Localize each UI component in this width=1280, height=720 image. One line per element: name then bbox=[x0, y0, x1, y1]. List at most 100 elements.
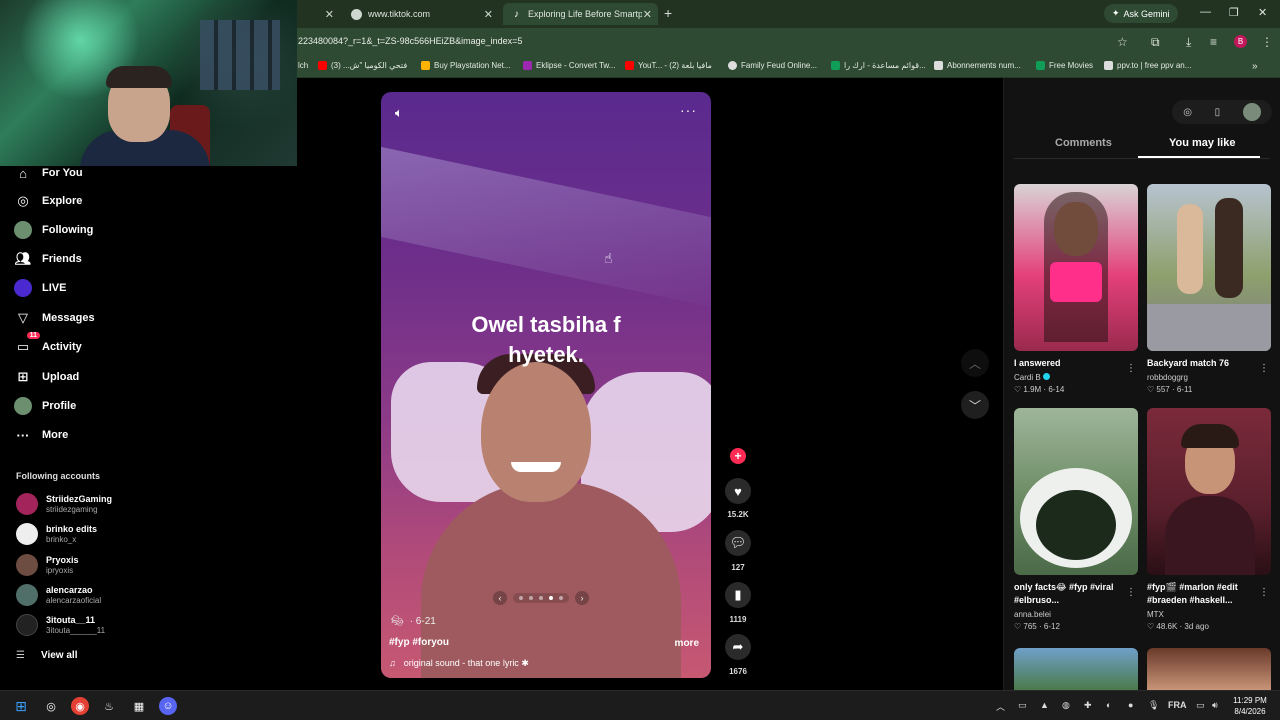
minimize-icon[interactable]: — bbox=[1200, 6, 1211, 18]
carousel-dot[interactable] bbox=[529, 596, 533, 600]
bookmark-item[interactable]: lch bbox=[298, 61, 308, 70]
card-author[interactable]: anna.belei bbox=[1014, 610, 1138, 619]
close-icon[interactable]: ✕ bbox=[643, 8, 652, 21]
next-video-button[interactable]: ﹀ bbox=[961, 391, 989, 419]
following-account[interactable]: Pryoxis ipryoxis bbox=[16, 554, 79, 576]
tray-icon[interactable]: ● bbox=[1128, 700, 1133, 710]
suggested-video-card[interactable]: #fyp🎬 #marlon #edit #braeden #haskell...… bbox=[1147, 408, 1271, 631]
card-author[interactable]: Cardi B bbox=[1014, 373, 1138, 382]
video-thumbnail[interactable] bbox=[1147, 184, 1271, 351]
tray-icon[interactable]: ▭ bbox=[1018, 700, 1027, 711]
app-grid-icon[interactable]: ▦ bbox=[130, 697, 148, 715]
sidebar-item-more[interactable]: ··· More bbox=[14, 426, 69, 444]
suggested-video-card[interactable]: I answered ⋮ Cardi B ♡ 1.9M · 6-14 bbox=[1014, 184, 1138, 394]
carousel-dot-active[interactable] bbox=[549, 596, 553, 600]
more-options-icon[interactable]: ⋮ bbox=[1259, 363, 1269, 374]
following-account[interactable]: StriidezGaming striidezgaming bbox=[16, 493, 112, 515]
video-hashtags[interactable]: #fyp #foryou bbox=[389, 637, 449, 648]
video-thumbnail[interactable] bbox=[1014, 184, 1138, 351]
carousel-dot[interactable] bbox=[559, 596, 563, 600]
carousel-dot[interactable] bbox=[539, 596, 543, 600]
close-icon[interactable]: ✕ bbox=[484, 8, 493, 21]
phone-icon[interactable]: ▯ bbox=[1215, 107, 1221, 118]
card-author[interactable]: robbdoggrg bbox=[1147, 373, 1271, 382]
bookmark-item[interactable]: فتحي الكوميا "ش... (3) bbox=[318, 61, 407, 70]
sidebar-item-explore[interactable]: ◎ Explore bbox=[14, 192, 82, 210]
app-icon[interactable]: ◎ bbox=[42, 697, 60, 715]
chevron-left-icon[interactable]: ‹ bbox=[493, 591, 507, 605]
sidebar-item-for-you[interactable]: ⌂ For You bbox=[14, 164, 82, 182]
suggested-video-card[interactable]: Backyard match 76 ⋮ robbdoggrg ♡ 557 · 6… bbox=[1147, 184, 1271, 394]
bookmark-item[interactable]: Family Feud Online... bbox=[728, 61, 817, 70]
download-icon[interactable]: ⤓ bbox=[1186, 35, 1191, 50]
video-thumbnail[interactable] bbox=[1014, 648, 1138, 690]
following-account[interactable]: alencarzao alencarzaoficial bbox=[16, 584, 101, 606]
chevron-right-icon[interactable]: › bbox=[575, 591, 589, 605]
carousel-dot[interactable] bbox=[519, 596, 523, 600]
video-thumbnail[interactable] bbox=[1147, 408, 1271, 575]
restore-icon[interactable]: ❐ bbox=[1229, 6, 1239, 19]
browser-tab[interactable]: www.tiktok.com ✕ bbox=[343, 3, 499, 25]
steam-icon[interactable]: ♨ bbox=[100, 697, 118, 715]
video-sound[interactable]: ♫ original sound - that one lyric ✱ bbox=[389, 658, 529, 669]
bookmark-item[interactable]: ppv.to | free ppv an... bbox=[1104, 61, 1191, 70]
tray-icon[interactable]: ◍ bbox=[1062, 700, 1070, 711]
discord-icon[interactable]: ☺ bbox=[159, 697, 177, 715]
video-thumbnail[interactable] bbox=[1147, 648, 1271, 690]
bookmarks-overflow-icon[interactable]: » bbox=[1252, 61, 1258, 72]
chrome-icon[interactable]: ◉ bbox=[71, 697, 89, 715]
language-indicator[interactable]: FRA bbox=[1168, 700, 1187, 710]
media-icon[interactable]: ≡ bbox=[1210, 35, 1217, 49]
windows-start-icon[interactable]: ⊞ bbox=[12, 697, 30, 715]
tray-icon[interactable]: ◐ bbox=[1106, 700, 1111, 710]
ask-gemini-button[interactable]: ✦ Ask Gemini bbox=[1104, 4, 1178, 23]
bookmark-item[interactable]: قوائم مساعدة - ارك را... bbox=[831, 61, 926, 70]
sidebar-item-messages[interactable]: ▽ Messages bbox=[14, 309, 95, 327]
sidebar-item-live[interactable]: LIVE bbox=[14, 279, 66, 297]
share-button[interactable]: ➦ bbox=[725, 634, 751, 660]
tab-you-may-like[interactable]: You may like bbox=[1169, 137, 1235, 149]
more-options-icon[interactable]: ⋮ bbox=[1126, 363, 1136, 374]
close-window-icon[interactable]: ✕ bbox=[1258, 6, 1267, 19]
like-button[interactable]: ♥ bbox=[725, 478, 751, 504]
system-clock[interactable]: 11:29 PM 8/4/2026 bbox=[1226, 695, 1274, 717]
bookmark-item[interactable]: YouT... - مافيا بلعة (2) bbox=[625, 61, 712, 70]
sidebar-item-activity[interactable]: ▭ 11 Activity bbox=[14, 332, 82, 356]
profile-avatar[interactable]: B bbox=[1234, 35, 1247, 48]
tab-comments[interactable]: Comments bbox=[1055, 137, 1112, 149]
chevron-up-icon[interactable]: ︿ bbox=[996, 700, 1005, 713]
suggested-video-card[interactable]: only facts😂 #fyp #viral #elbruso... ⋮ an… bbox=[1014, 408, 1138, 631]
view-all-link[interactable]: ☰ View all bbox=[16, 650, 77, 661]
volume-icon[interactable]: 🔈︎ bbox=[395, 105, 403, 121]
microphone-icon[interactable]: 🎙︎ bbox=[1148, 700, 1159, 711]
bookmark-star-icon[interactable]: ☆ bbox=[1117, 35, 1128, 49]
following-account[interactable]: brinko edits brinko_x bbox=[16, 523, 97, 545]
avatar[interactable] bbox=[1242, 103, 1261, 121]
sidebar-item-following[interactable]: Following bbox=[14, 221, 93, 239]
comment-button[interactable]: 💬︎ bbox=[725, 530, 751, 556]
bookmark-item[interactable]: Buy Playstation Net... bbox=[421, 61, 510, 70]
tray-icon[interactable]: ▲ bbox=[1040, 700, 1049, 710]
bookmark-item[interactable]: Abonnements num... bbox=[934, 61, 1021, 70]
more-options-icon[interactable]: ⋮ bbox=[1126, 587, 1136, 598]
previous-video-button[interactable]: ︿ bbox=[961, 349, 989, 377]
follow-plus-button[interactable]: + bbox=[730, 448, 746, 464]
close-icon[interactable]: ✕ bbox=[325, 8, 334, 21]
card-author[interactable]: MTX bbox=[1147, 610, 1271, 619]
following-account[interactable]: 3itouta__11 3itouta______11 bbox=[16, 614, 105, 636]
bookmark-item[interactable]: Eklipse - Convert Tw... bbox=[523, 61, 615, 70]
sidebar-item-upload[interactable]: ⊞ Upload bbox=[14, 368, 80, 386]
menu-icon[interactable]: ⋮ bbox=[1261, 35, 1273, 49]
caption-more-link[interactable]: more bbox=[675, 638, 699, 649]
sidebar-item-profile[interactable]: Profile bbox=[14, 397, 76, 415]
url-field[interactable]: 223480084?_r=1&_t=ZS-98c566HEiZB&image_i… bbox=[298, 36, 522, 46]
extensions-icon[interactable]: ⧉ bbox=[1151, 35, 1160, 50]
sidebar-item-friends[interactable]: 👥︎ Friends bbox=[14, 250, 82, 268]
browser-tab-active[interactable]: ♪ Exploring Life Before Smartpho ✕ bbox=[503, 3, 658, 25]
video-thumbnail[interactable] bbox=[1014, 408, 1138, 575]
new-tab-button[interactable]: + bbox=[664, 5, 672, 21]
video-player[interactable]: 🔈︎ ··· Owel tasbiha f hyetek. ‹ › 🎭︎ · 6… bbox=[381, 92, 711, 678]
more-options-icon[interactable]: ··· bbox=[680, 102, 697, 118]
compass-icon[interactable]: ◎ bbox=[1183, 107, 1192, 118]
network-icon[interactable]: ▭ bbox=[1196, 700, 1205, 711]
